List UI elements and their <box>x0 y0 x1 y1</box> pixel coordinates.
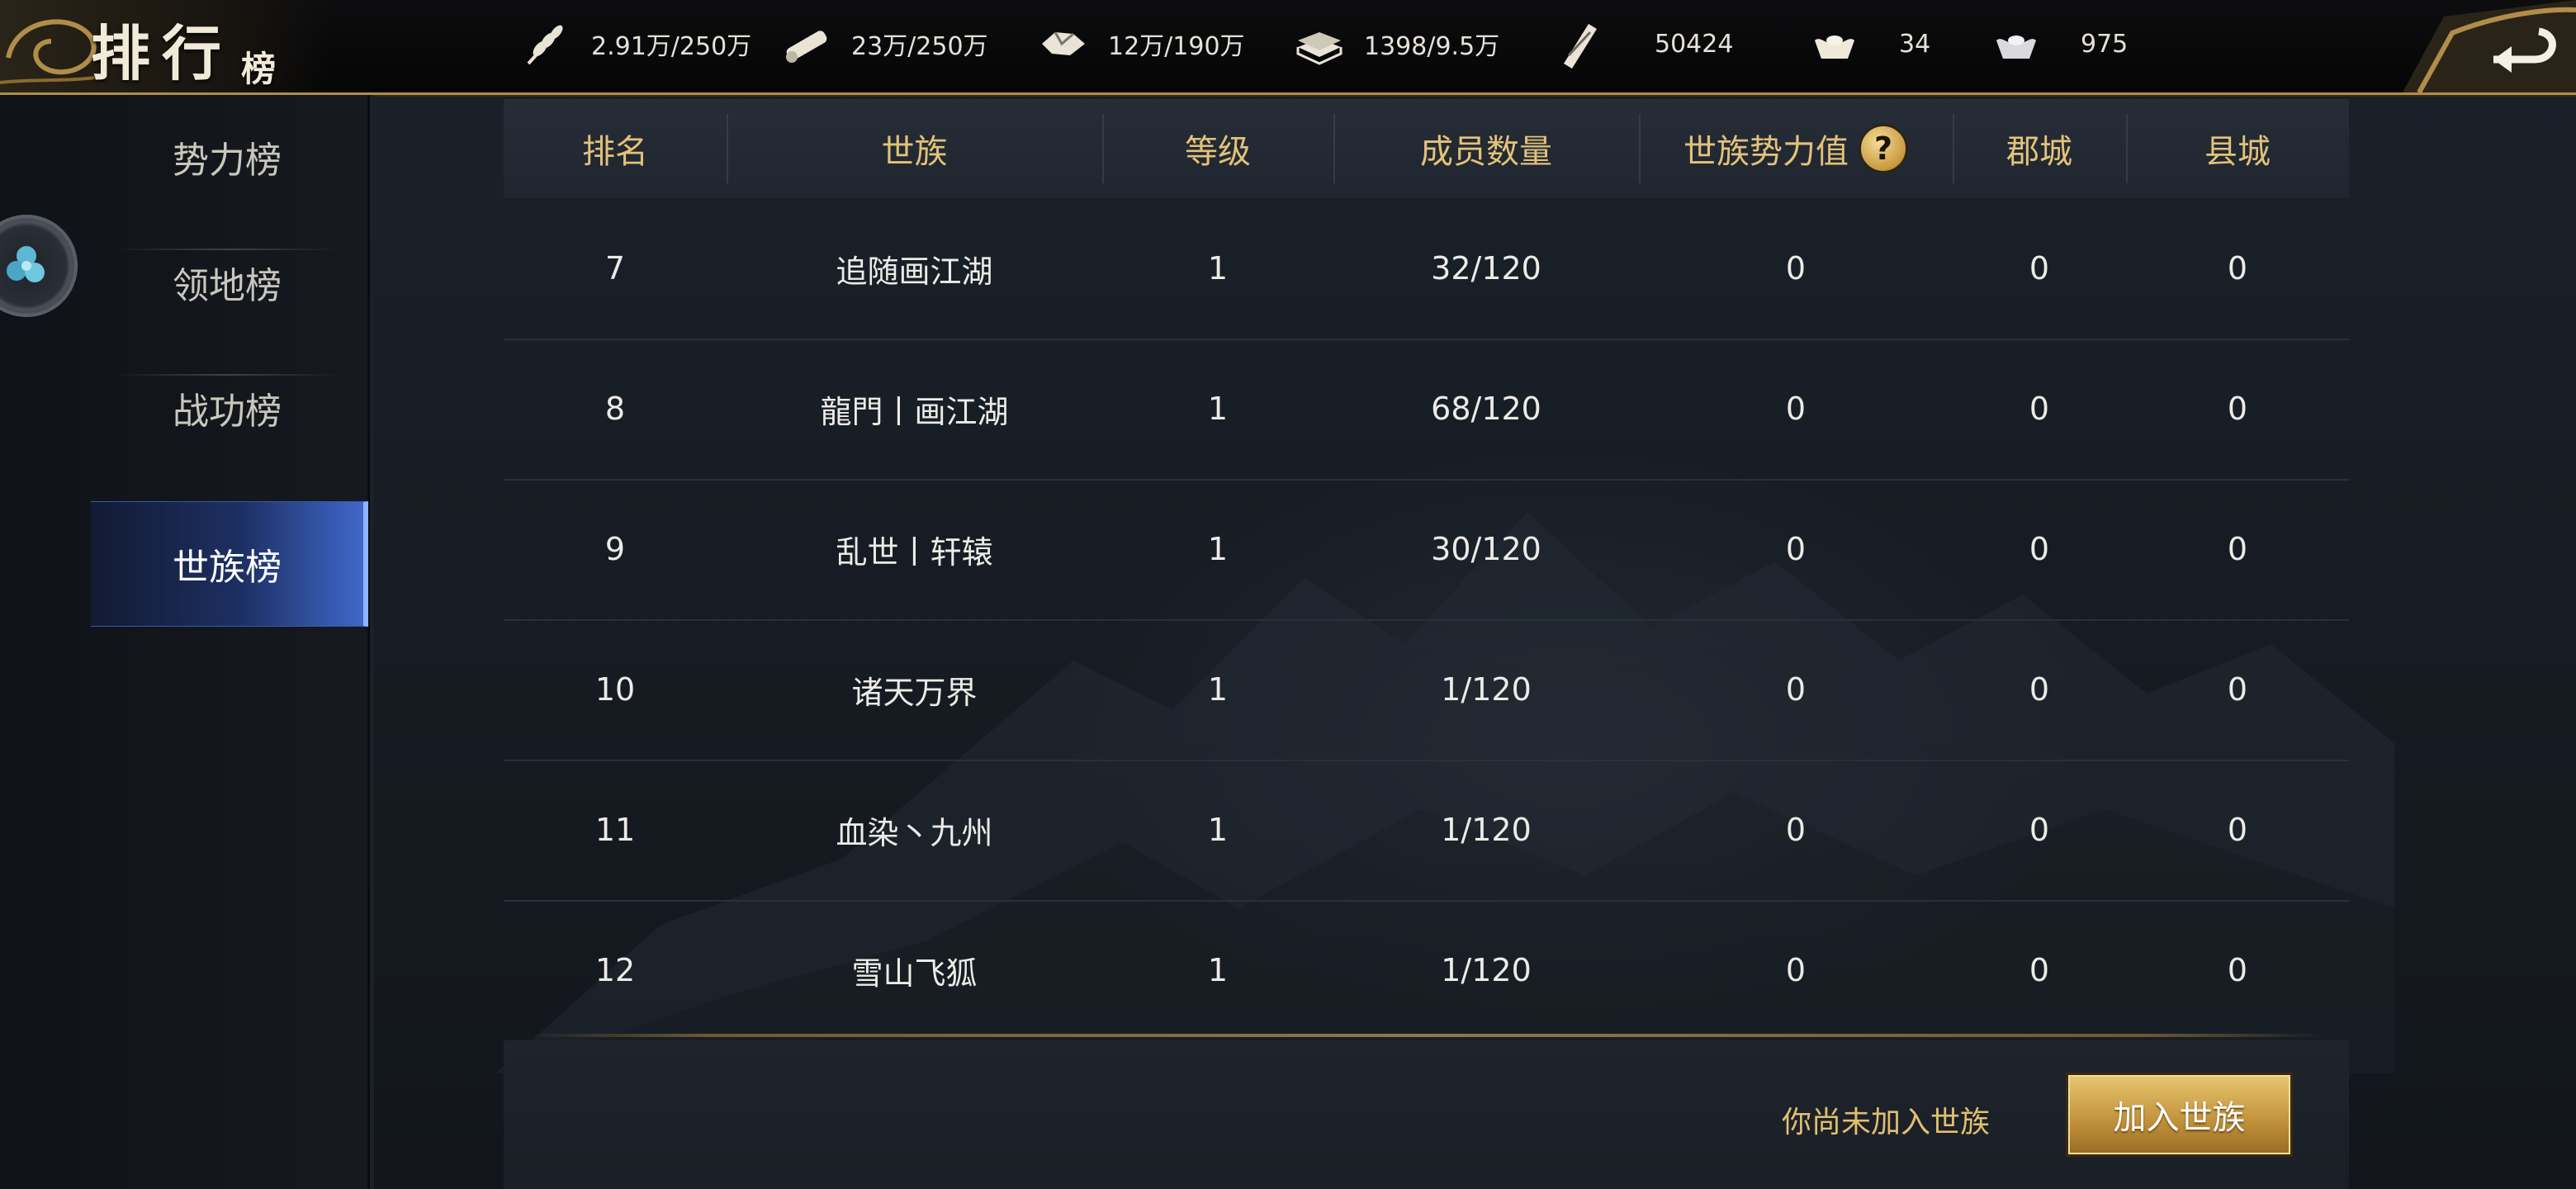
col-prefecture: 郡城 <box>2006 133 2072 171</box>
rank-cell: 8 <box>604 391 626 427</box>
flower-emblem-icon <box>7 246 45 282</box>
table-row[interactable]: 9 乱世丨轩辕 1 30/120 0 0 0 <box>504 479 2349 621</box>
tab-power-ranking[interactable]: 势力榜 <box>91 95 363 219</box>
gold-value: 34 <box>1899 29 1931 59</box>
power-cell: 0 <box>1785 250 1807 287</box>
guild-badge[interactable] <box>0 215 78 317</box>
power-cell: 0 <box>1785 812 1807 848</box>
stone-icon <box>1037 17 1090 70</box>
clan-name-cell: 乱世丨轩辕 <box>836 533 993 571</box>
prefecture-cell: 0 <box>2029 391 2050 427</box>
members-cell: 1/120 <box>1441 812 1532 848</box>
county-cell: 0 <box>2227 531 2248 567</box>
clan-status-text: 你尚未加入世族 <box>1782 1106 1991 1139</box>
resource-stone: 12万/190万 <box>1037 15 1245 73</box>
prefecture-cell: 0 <box>2029 250 2050 287</box>
clan-ranking-table: 排名 世族 等级 成员数量 世族势力值 ? 郡城 县城 7 追随画江湖 1 32… <box>504 99 2349 1189</box>
col-clan-power-label: 世族势力值 <box>1683 133 1849 171</box>
silver-ingot-icon <box>1990 17 2043 70</box>
level-cell: 1 <box>1207 531 1229 567</box>
members-cell: 30/120 <box>1431 531 1541 567</box>
resource-decree: 50424 <box>1552 15 1733 73</box>
col-rank: 排名 <box>582 133 648 171</box>
table-row[interactable]: 12 雪山飞狐 1 1/120 0 0 0 <box>504 900 2349 1040</box>
silver-value: 975 <box>2081 29 2129 59</box>
level-cell: 1 <box>1207 671 1229 708</box>
prefecture-cell: 0 <box>2029 812 2050 848</box>
resource-grain: 2.91万/250万 <box>520 15 751 73</box>
col-members: 成员数量 <box>1420 133 1552 171</box>
members-cell: 32/120 <box>1431 250 1541 287</box>
col-level: 等级 <box>1185 133 1251 171</box>
county-cell: 0 <box>2227 671 2248 708</box>
rank-cell: 12 <box>594 952 636 988</box>
table-header: 排名 世族 等级 成员数量 世族势力值 ? 郡城 县城 <box>504 99 2349 198</box>
power-cell: 0 <box>1785 952 1807 988</box>
ranking-sidebar: 势力榜 领地榜 战功榜 世族榜 <box>0 95 374 1189</box>
page-title-suffix: 榜 <box>241 49 277 89</box>
county-cell: 0 <box>2227 952 2248 988</box>
col-clan: 世族 <box>881 133 948 171</box>
wood-value: 23万/250万 <box>851 32 988 61</box>
power-cell: 0 <box>1785 671 1807 708</box>
back-button[interactable] <box>2370 0 2576 92</box>
resource-gold: 34 <box>1808 15 1930 73</box>
resource-iron: 1398/9.5万 <box>1293 15 1499 73</box>
stone-value: 12万/190万 <box>1108 32 1245 61</box>
members-cell: 68/120 <box>1431 391 1541 427</box>
prefecture-cell: 0 <box>2029 671 2050 708</box>
level-cell: 1 <box>1207 812 1229 848</box>
wood-icon <box>780 17 833 70</box>
iron-icon <box>1293 17 1346 70</box>
level-cell: 1 <box>1207 952 1229 988</box>
rank-cell: 7 <box>604 250 626 287</box>
join-clan-button[interactable]: 加入世族 <box>2068 1075 2290 1154</box>
rank-cell: 9 <box>604 531 626 567</box>
title-plate: 排行 榜 <box>0 0 330 92</box>
power-cell: 0 <box>1785 531 1807 567</box>
grain-value: 2.91万/250万 <box>591 32 752 61</box>
members-cell: 1/120 <box>1441 952 1532 988</box>
table-row[interactable]: 7 追随画江湖 1 32/120 0 0 0 <box>504 198 2349 340</box>
top-bar: 排行 榜 2.91万/250万 23万/250万 12万/190万 1398/9… <box>0 0 2576 95</box>
county-cell: 0 <box>2227 250 2248 287</box>
clan-name-cell: 雪山飞狐 <box>851 955 978 992</box>
level-cell: 1 <box>1207 391 1229 427</box>
col-clan-power: 世族势力值 ? <box>1639 99 1953 198</box>
clan-name-cell: 诸天万界 <box>851 674 978 711</box>
table-row[interactable]: 11 血染丶九州 1 1/120 0 0 0 <box>504 760 2349 902</box>
gold-ingot-icon <box>1808 17 1861 70</box>
help-icon[interactable]: ? <box>1859 124 1908 173</box>
tab-merit-ranking[interactable]: 战功榜 <box>91 346 363 470</box>
prefecture-cell: 0 <box>2029 952 2050 988</box>
rank-cell: 11 <box>594 812 636 848</box>
level-cell: 1 <box>1207 250 1229 287</box>
clan-name-cell: 追随画江湖 <box>836 253 993 290</box>
clan-name-cell: 龍門丨画江湖 <box>820 393 1009 430</box>
grain-icon <box>520 17 573 70</box>
rank-cell: 10 <box>594 671 636 708</box>
table-bottom-divider <box>528 1034 2324 1037</box>
page-title: 排行 <box>91 18 234 88</box>
members-cell: 1/120 <box>1441 671 1532 708</box>
resource-silver: 975 <box>1990 15 2128 73</box>
table-row[interactable]: 8 龍門丨画江湖 1 68/120 0 0 0 <box>504 339 2349 481</box>
county-cell: 0 <box>2227 391 2248 427</box>
county-cell: 0 <box>2227 812 2248 848</box>
iron-value: 1398/9.5万 <box>1364 32 1500 61</box>
resource-wood: 23万/250万 <box>780 15 988 73</box>
decree-icon <box>1552 17 1605 70</box>
table-row[interactable]: 10 诸天万界 1 1/120 0 0 0 <box>504 619 2349 761</box>
tab-territory-ranking[interactable]: 领地榜 <box>91 220 363 344</box>
col-county: 县城 <box>2204 133 2271 171</box>
power-cell: 0 <box>1785 391 1807 427</box>
tab-clan-ranking[interactable]: 世族榜 <box>91 501 368 627</box>
decree-value: 50424 <box>1655 29 1734 59</box>
clan-name-cell: 血染丶九州 <box>836 814 993 851</box>
prefecture-cell: 0 <box>2029 531 2050 567</box>
